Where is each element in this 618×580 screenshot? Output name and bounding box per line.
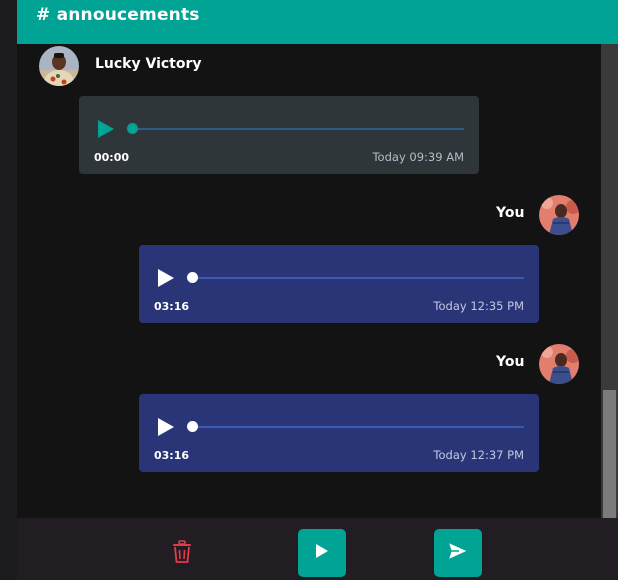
play-recording-button[interactable] xyxy=(298,529,346,577)
channel-title: # annoucements xyxy=(36,5,200,25)
trash-icon[interactable] xyxy=(172,540,192,564)
message-timestamp: Today 12:37 PM xyxy=(433,448,524,462)
message-timestamp: Today 09:39 AM xyxy=(372,150,464,164)
play-icon[interactable] xyxy=(156,417,176,437)
audio-progress-handle[interactable] xyxy=(127,123,138,134)
play-icon[interactable] xyxy=(156,268,176,288)
scrollbar-thumb[interactable] xyxy=(603,390,616,518)
left-edge xyxy=(0,0,18,580)
avatar-you[interactable] xyxy=(539,344,579,384)
audio-progress-track[interactable] xyxy=(193,426,524,428)
chat-panel: # annoucements Lucky Victory 00:00 Today… xyxy=(17,0,618,580)
audio-progress-track[interactable] xyxy=(133,128,464,130)
avatar-you[interactable] xyxy=(539,195,579,235)
audio-duration: 00:00 xyxy=(94,151,130,164)
audio-duration: 03:16 xyxy=(154,449,190,462)
audio-message-bubble: 03:16 Today 12:37 PM xyxy=(139,394,539,472)
message-timestamp: Today 12:35 PM xyxy=(433,299,524,313)
channel-header: # annoucements xyxy=(17,0,618,44)
audio-message-bubble: 00:00 Today 09:39 AM xyxy=(79,96,479,174)
send-button[interactable] xyxy=(434,529,482,577)
audio-message-bubble: 03:16 Today 12:35 PM xyxy=(139,245,539,323)
play-icon[interactable] xyxy=(96,119,116,139)
avatar-lucky-victory[interactable] xyxy=(39,46,79,86)
sender-name: Lucky Victory xyxy=(95,56,202,72)
audio-duration: 03:16 xyxy=(154,300,190,313)
play-icon xyxy=(315,543,329,563)
sender-name: You xyxy=(496,354,525,370)
sender-name: You xyxy=(496,205,525,221)
audio-progress-handle[interactable] xyxy=(187,272,198,283)
audio-progress-handle[interactable] xyxy=(187,421,198,432)
audio-progress-track[interactable] xyxy=(193,277,524,279)
recorder-footer xyxy=(17,518,618,580)
send-icon xyxy=(447,541,469,565)
